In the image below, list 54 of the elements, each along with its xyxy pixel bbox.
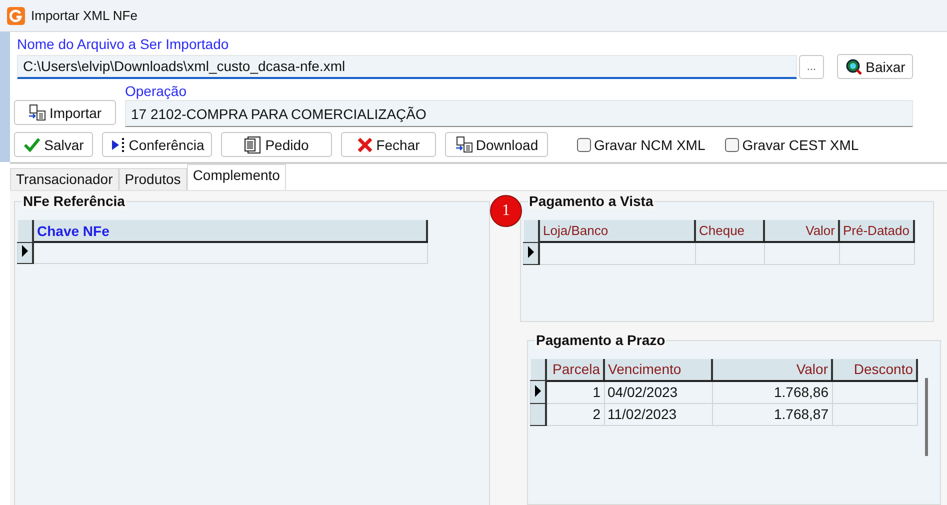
row-indicator[interactable] bbox=[530, 403, 546, 426]
column-header[interactable]: Parcela bbox=[546, 358, 604, 381]
row-header bbox=[530, 358, 546, 381]
table-cell: 11/02/2023 bbox=[604, 403, 712, 426]
field-label: Operação bbox=[125, 83, 188, 100]
group-title: Pagamento a Vista bbox=[528, 193, 654, 209]
search-icon bbox=[844, 58, 863, 76]
document-icon bbox=[244, 136, 262, 154]
field-label: Nome do Arquivo a Ser Importado bbox=[17, 36, 230, 53]
row-header bbox=[18, 220, 33, 242]
browse-button[interactable]: ... bbox=[799, 54, 824, 78]
step-badge: 1 bbox=[490, 195, 522, 227]
tab[interactable]: Produtos bbox=[118, 168, 187, 190]
group-title: NFe Referência bbox=[22, 193, 126, 209]
save-button[interactable]: Salvar bbox=[14, 132, 93, 157]
document-arrow-icon bbox=[28, 104, 46, 122]
close-icon bbox=[357, 136, 374, 152]
column-header[interactable]: Desconto bbox=[832, 358, 917, 381]
table-cell: 1 bbox=[546, 380, 604, 404]
check-icon bbox=[23, 136, 42, 152]
column-header[interactable]: Vencimento bbox=[604, 358, 712, 381]
table-cell: 1.768,86 bbox=[712, 380, 832, 404]
column-header[interactable]: Valor bbox=[764, 220, 839, 242]
column-header[interactable]: Pré-Datado bbox=[839, 220, 914, 242]
operation-field[interactable]: 17 2102-COMPRA PARA COMERCIALIZAÇÃO bbox=[125, 100, 913, 127]
file-path-field[interactable]: C:\Users\elvip\Downloads\xml_custo_dcasa-nfe.xml bbox=[17, 54, 797, 78]
checkbox[interactable] bbox=[577, 138, 591, 152]
row-indicator[interactable] bbox=[18, 242, 33, 264]
app-logo-icon bbox=[7, 6, 25, 24]
scrollbar[interactable] bbox=[925, 378, 928, 456]
play-icon bbox=[110, 136, 126, 152]
download-button[interactable]: Download bbox=[445, 132, 548, 157]
tab[interactable]: Complemento bbox=[186, 164, 286, 190]
close-button[interactable]: Fechar bbox=[341, 132, 436, 157]
column-header[interactable]: Valor bbox=[712, 358, 832, 381]
column-header[interactable]: Loja/Banco bbox=[539, 220, 695, 242]
tab[interactable]: Transacionador bbox=[10, 168, 119, 190]
row-header bbox=[524, 220, 539, 242]
row-indicator[interactable] bbox=[530, 380, 546, 404]
import-button[interactable]: Importar bbox=[14, 100, 116, 125]
order-button[interactable]: Pedido bbox=[221, 132, 332, 157]
download-button[interactable]: Baixar bbox=[837, 54, 913, 79]
column-header[interactable]: Chave NFe bbox=[33, 220, 427, 242]
window-title: Importar XML NFe bbox=[31, 8, 138, 23]
row-indicator[interactable] bbox=[524, 242, 539, 264]
checkbox-label: Gravar CEST XML bbox=[742, 136, 859, 152]
check-button[interactable]: Conferência bbox=[102, 132, 212, 157]
table-cell: 04/02/2023 bbox=[604, 380, 712, 404]
table-cell: 2 bbox=[546, 403, 604, 426]
checkbox[interactable] bbox=[725, 138, 740, 152]
checkbox-label: Gravar NCM XML bbox=[594, 136, 706, 152]
table-cell: 1.768,87 bbox=[712, 403, 832, 426]
document-arrow-icon bbox=[454, 136, 473, 154]
column-header[interactable]: Cheque bbox=[695, 220, 764, 242]
